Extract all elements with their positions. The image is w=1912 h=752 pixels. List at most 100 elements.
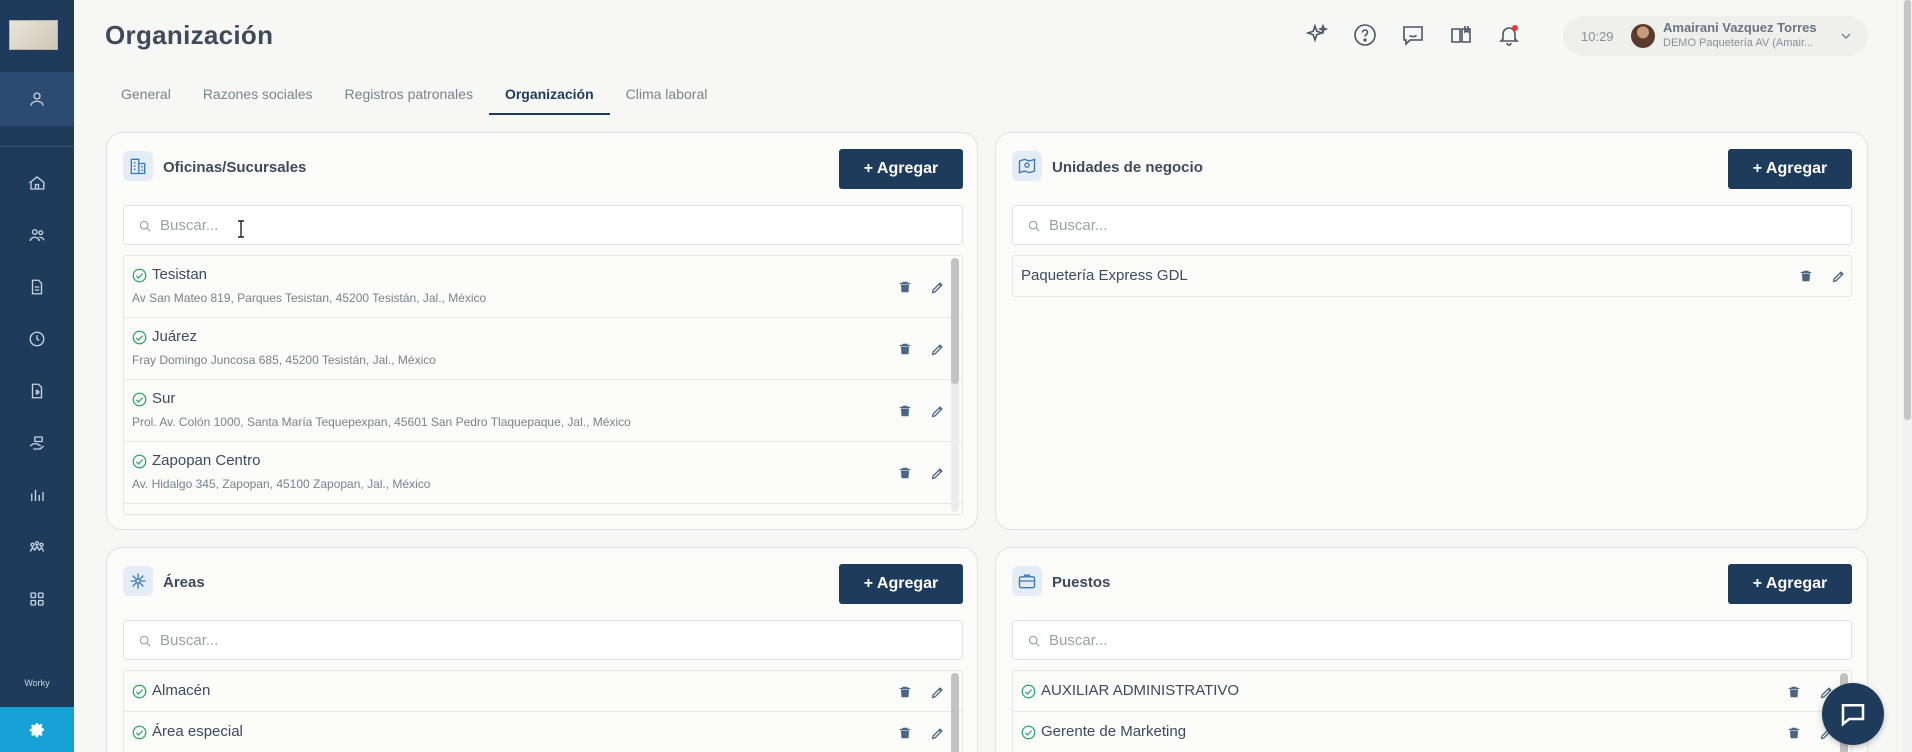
text-cursor-icon: [238, 220, 244, 238]
edit-button[interactable]: [928, 683, 946, 701]
check-circle-icon: [132, 684, 147, 699]
areas-scrollbar[interactable]: [951, 673, 959, 752]
puestos-search-input[interactable]: [1049, 621, 1839, 659]
delete-button[interactable]: [896, 340, 914, 358]
feedback-button[interactable]: [1400, 22, 1426, 48]
edit-button[interactable]: [928, 402, 946, 420]
page-title: Organización: [105, 20, 274, 50]
search-icon: [139, 635, 151, 647]
list-item[interactable]: Juárez Fray Domingo Juncosa 685, 45200 T…: [124, 318, 962, 380]
home-icon: [28, 176, 45, 190]
updates-button[interactable]: [1448, 22, 1474, 48]
delete-button[interactable]: [896, 278, 914, 296]
pencil-icon: [931, 467, 943, 479]
edit-button[interactable]: [928, 464, 946, 482]
unidades-search: [1012, 205, 1852, 245]
trash-icon: [899, 343, 911, 355]
delete-button[interactable]: [1797, 267, 1815, 285]
edit-button[interactable]: [928, 724, 946, 742]
pencil-icon: [931, 343, 943, 355]
tab-general[interactable]: General: [105, 80, 187, 116]
add-unidad-button[interactable]: + Agregar: [1728, 149, 1852, 189]
scroll-thumb[interactable]: [951, 258, 959, 384]
company-logo[interactable]: [9, 20, 58, 50]
delete-button[interactable]: [1785, 683, 1803, 701]
delete-button[interactable]: [1785, 724, 1803, 742]
sidebar-item-reports[interactable]: [0, 475, 74, 515]
grid-icon: [30, 592, 44, 606]
sidebar-item-apps[interactable]: [0, 579, 74, 619]
team-icon: [29, 541, 45, 552]
list-item[interactable]: Sur Prol. Av. Colón 1000, Santa María Te…: [124, 380, 962, 442]
clock-time: 10:29: [1581, 29, 1614, 44]
user-name: Amairani Vazquez Torres: [1663, 20, 1817, 35]
user-menu[interactable]: 10:29 Amairani Vazquez Torres DEMO Paque…: [1563, 16, 1868, 56]
check-circle-icon: [132, 454, 147, 469]
sidebar-item-profile[interactable]: [0, 72, 74, 126]
sidebar-item-documents[interactable]: [0, 267, 74, 307]
add-area-button[interactable]: + Agregar: [839, 564, 963, 604]
ai-sparkle-button[interactable]: [1304, 22, 1330, 48]
search-icon: [139, 220, 151, 232]
trash-icon: [899, 467, 911, 479]
sidebar-item-loans[interactable]: [0, 423, 74, 463]
user-organization: DEMO Paquetería AV (Amair...: [1663, 37, 1814, 49]
list-item[interactable]: AUXILIAR ADMINISTRATIVO: [1013, 671, 1851, 712]
delete-button[interactable]: [896, 402, 914, 420]
tab-clima-laboral[interactable]: Clima laboral: [610, 80, 724, 116]
gear-icon: [29, 723, 44, 738]
tab-registros-patronales[interactable]: Registros patronales: [329, 80, 489, 116]
trash-icon: [1800, 270, 1812, 282]
list-item[interactable]: Tesistan Av San Mateo 819, Parques Tesis…: [124, 256, 962, 318]
list-item[interactable]: Paquetería Express GDL: [1013, 256, 1851, 296]
building-icon: [123, 151, 153, 181]
list-item-address: Fray Domingo Juncosa 685, 45200 Tesistán…: [132, 353, 436, 367]
list-item-name: AUXILIAR ADMINISTRATIVO: [1041, 682, 1240, 699]
unidades-list: Paquetería Express GDL: [1012, 255, 1852, 297]
edit-button[interactable]: [1829, 267, 1847, 285]
oficinas-card: Oficinas/Sucursales + Agregar Tesistan A…: [106, 132, 978, 530]
pencil-icon: [1832, 270, 1844, 282]
delete-button[interactable]: [896, 724, 914, 742]
sidebar-item-payroll[interactable]: [0, 371, 74, 411]
sidebar-item-home[interactable]: [0, 163, 74, 203]
list-item-name: Zapopan Centro: [152, 452, 261, 469]
list-item[interactable]: Zapopan Centro Av. Hidalgo 345, Zapopan,…: [124, 442, 962, 504]
oficinas-search: [123, 205, 963, 245]
help-button[interactable]: [1352, 22, 1378, 48]
delete-button[interactable]: [896, 683, 914, 701]
areas-search-input[interactable]: [160, 621, 950, 659]
sidebar-item-people[interactable]: [0, 215, 74, 255]
chevron-down-icon: [1841, 33, 1851, 39]
edit-button[interactable]: [928, 278, 946, 296]
trash-icon: [1788, 686, 1800, 698]
unidades-search-input[interactable]: [1049, 206, 1839, 244]
list-item-name: Paquetería Express GDL: [1021, 267, 1188, 284]
list-item[interactable]: Área especial: [124, 712, 962, 752]
tab-razones-sociales[interactable]: Razones sociales: [187, 80, 329, 116]
delete-button[interactable]: [896, 464, 914, 482]
notifications-button[interactable]: [1496, 22, 1522, 48]
list-item[interactable]: Almacén: [124, 671, 962, 712]
list-item[interactable]: Gerente de Marketing: [1013, 712, 1851, 752]
sidebar-item-team[interactable]: [0, 527, 74, 567]
check-circle-icon: [132, 268, 147, 283]
oficinas-scrollbar[interactable]: [951, 258, 959, 512]
tab-organizacion[interactable]: Organización: [488, 80, 610, 116]
edit-button[interactable]: [928, 340, 946, 358]
oficinas-search-input[interactable]: [160, 206, 950, 244]
support-chat-button[interactable]: [1822, 683, 1884, 745]
check-circle-icon: [1021, 684, 1036, 699]
areas-search: [123, 620, 963, 660]
trash-icon: [899, 727, 911, 739]
add-oficina-button[interactable]: + Agregar: [839, 149, 963, 189]
sidebar-item-time[interactable]: [0, 319, 74, 359]
scroll-thumb[interactable]: [951, 673, 959, 752]
areas-title: Áreas: [163, 574, 205, 591]
add-puesto-button[interactable]: + Agregar: [1728, 564, 1852, 604]
page-scrollbar[interactable]: [1903, 0, 1912, 752]
sidebar-divider: [0, 146, 74, 147]
page-scroll-thumb[interactable]: [1904, 0, 1911, 420]
check-circle-icon: [132, 392, 147, 407]
sidebar-item-settings[interactable]: [0, 707, 74, 752]
